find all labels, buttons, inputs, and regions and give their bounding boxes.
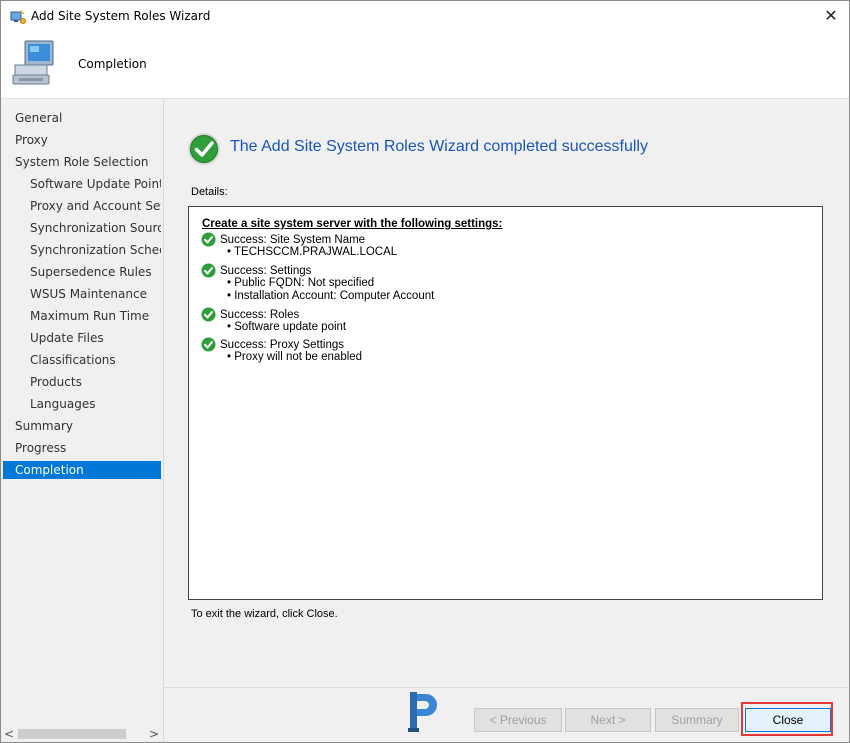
wizard-window: Add Site System Roles Wizard ✕ Completio… [0, 0, 850, 743]
details-textbox[interactable]: Create a site system server with the fol… [188, 206, 823, 600]
window-title: Add Site System Roles Wizard [31, 9, 211, 23]
sidebar-item-classifications[interactable]: Classifications [3, 351, 161, 369]
sidebar-horizontal-scrollbar[interactable]: < > [1, 726, 163, 742]
result-detail: • Software update point [227, 321, 347, 333]
result-detail: • TECHSCCM.PRAJWAL.LOCAL [227, 246, 398, 258]
watermark-logo-icon [408, 692, 437, 732]
sidebar-item-supersedence-rules[interactable]: Supersedence Rules [3, 263, 161, 281]
result-status: Success: Site System Name [220, 234, 366, 246]
close-window-button[interactable]: ✕ [819, 4, 843, 28]
sidebar-item-system-role-selection[interactable]: System Role Selection [3, 153, 161, 171]
success-check-icon [188, 133, 220, 165]
sidebar-item-update-files[interactable]: Update Files [3, 329, 161, 347]
wizard-header: Completion [1, 32, 849, 99]
success-check-icon [201, 263, 216, 278]
result-status: Success: Proxy Settings [220, 339, 344, 351]
sidebar-item-proxy-account-settings[interactable]: Proxy and Account Settings [3, 197, 161, 215]
computer-icon [12, 40, 54, 85]
sidebar-item-summary[interactable]: Summary [3, 417, 161, 435]
sidebar-item-proxy[interactable]: Proxy [3, 131, 161, 149]
success-check-icon [201, 307, 216, 322]
sidebar-item-synchronization-schedule[interactable]: Synchronization Schedule [3, 241, 161, 259]
wizard-app-icon [10, 10, 26, 24]
scroll-left-arrow-icon[interactable]: < [1, 726, 17, 742]
success-check-icon [201, 232, 216, 247]
next-button[interactable]: Next > [565, 708, 651, 732]
sidebar-item-wsus-maintenance[interactable]: WSUS Maintenance [3, 285, 161, 303]
sidebar-item-languages[interactable]: Languages [3, 395, 161, 413]
scroll-right-arrow-icon[interactable]: > [146, 726, 162, 742]
close-button[interactable]: Close [745, 708, 831, 732]
result-detail: • Public FQDN: Not specified [227, 277, 375, 289]
sidebar-item-completion[interactable]: Completion [3, 461, 161, 479]
sidebar-item-general[interactable]: General [3, 109, 161, 127]
result-status: Success: Roles [220, 309, 300, 321]
summary-button[interactable]: Summary [655, 708, 739, 732]
details-label: Details: [191, 186, 228, 198]
title-bar: Add Site System Roles Wizard ✕ [1, 1, 849, 32]
result-status: Success: Settings [220, 265, 312, 277]
previous-button[interactable]: < Previous [474, 708, 562, 732]
page-title: Completion [78, 57, 147, 71]
sidebar-item-software-update-point[interactable]: Software Update Point [3, 175, 161, 193]
sidebar-item-synchronization-source[interactable]: Synchronization Source [3, 219, 161, 237]
success-message: The Add Site System Roles Wizard complet… [230, 138, 648, 155]
wizard-footer: < Previous Next > Summary Close [164, 687, 849, 742]
result-detail: • Installation Account: Computer Account [227, 290, 435, 302]
wizard-nav: General Proxy System Role Selection Soft… [1, 99, 164, 742]
sidebar-item-maximum-run-time[interactable]: Maximum Run Time [3, 307, 161, 325]
wizard-content: The Add Site System Roles Wizard complet… [164, 99, 849, 687]
success-check-icon [201, 337, 216, 352]
sidebar-item-products[interactable]: Products [3, 373, 161, 391]
result-detail: • Proxy will not be enabled [227, 351, 363, 363]
sidebar-item-progress[interactable]: Progress [3, 439, 161, 457]
exit-instructions: To exit the wizard, click Close. [191, 608, 338, 620]
details-heading: Create a site system server with the fol… [202, 218, 503, 230]
scrollbar-thumb[interactable] [18, 729, 126, 739]
